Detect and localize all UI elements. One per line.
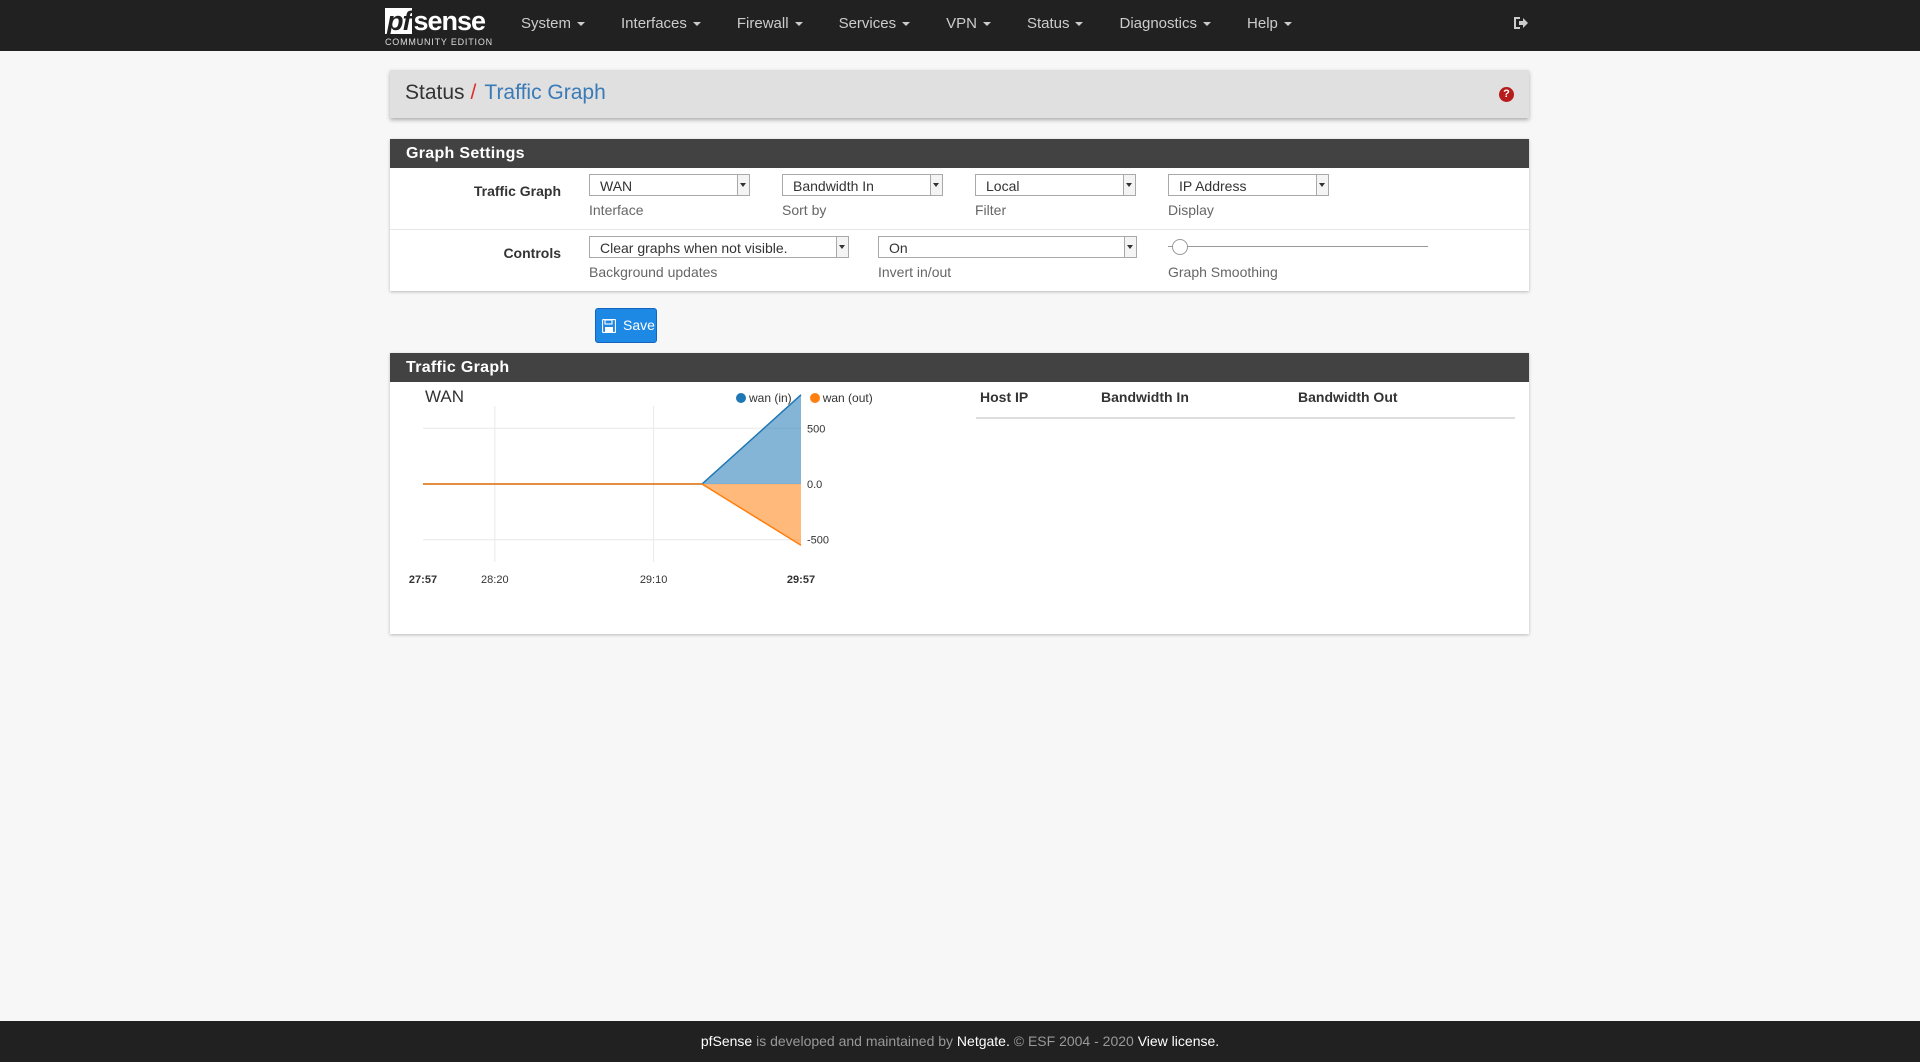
series-area-wan-in [423,394,801,484]
panel-title: Graph Settings [390,139,1529,168]
select-arrow-icon [737,175,749,195]
slider-handle[interactable] [1172,239,1188,255]
column-header-bandwidth-out: Bandwidth Out [1298,389,1398,405]
x-tick-label: 28:20 [481,574,509,586]
legend-dot-icon [736,393,746,403]
menu-system[interactable]: System [503,0,603,51]
y-tick-label: 500 [807,423,825,435]
legend-item-wan-out[interactable]: wan (out) [809,391,873,405]
netgate-link[interactable]: Netgate. [957,1033,1010,1049]
invert-select[interactable]: On [878,236,1137,258]
filter-field: Local Filter [975,174,1136,218]
caret-down-icon [982,22,991,27]
hosts-table: Host IP Bandwidth In Bandwidth Out [976,382,1515,419]
graph-smoothing-slider[interactable] [1168,236,1428,258]
select-arrow-icon [1124,237,1136,257]
menu-status[interactable]: Status [1009,0,1102,51]
traffic-chart: 500 0.0 -500 27:57 28:20 29:10 29:57 WAN wan (… [390,382,950,634]
caret-down-icon [902,22,911,27]
legend-dot-icon [809,393,820,403]
help-text: Background updates [589,264,718,280]
menu-help[interactable]: Help [1229,0,1310,51]
caret-down-icon [1075,22,1084,27]
menu-vpn[interactable]: VPN [928,0,1009,51]
menu-firewall[interactable]: Firewall [719,0,821,51]
sign-out-icon[interactable] [1512,14,1530,32]
save-button[interactable]: Save [595,308,657,343]
display-select[interactable]: IP Address [1168,174,1329,196]
panel-title: Traffic Graph [390,353,1529,382]
breadcrumb-section: Status [405,81,465,104]
caret-down-icon [1203,22,1212,27]
footer-brand: pfSense [700,1033,753,1049]
breadcrumb-page-link[interactable]: Traffic Graph [484,81,605,104]
background-updates-select[interactable]: Clear graphs when not visible. [589,236,849,258]
main-menu: System Interfaces Firewall Services VPN … [503,0,1310,51]
help-text: Graph Smoothing [1168,264,1278,280]
caret-down-icon [1283,22,1292,27]
row-label: Controls [503,245,561,261]
row-label: Traffic Graph [473,183,561,199]
slider-track [1168,246,1428,247]
filter-select[interactable]: Local [975,174,1136,196]
logo-text: pf sense [385,6,486,36]
pfsense-logo[interactable]: pf sense COMMUNITY EDITION [385,4,495,48]
interface-select[interactable]: WAN [589,174,750,196]
x-tick-label: 27:57 [409,574,437,586]
x-tick-label: 29:10 [640,574,668,586]
chart-canvas: 500 0.0 -500 27:57 28:20 29:10 29:57 [409,394,829,586]
settings-row-traffic-graph: Traffic Graph WAN Interface Bandwidth In… [390,168,1529,230]
select-arrow-icon [1123,175,1135,195]
menu-services[interactable]: Services [821,0,929,51]
graph-smoothing-field: Graph Smoothing [1168,236,1428,280]
help-text: Filter [975,202,1007,218]
breadcrumb: Status / Traffic Graph ? [390,70,1529,118]
help-text: Sort by [782,202,827,218]
breadcrumb-separator: / [470,81,477,104]
sort-by-select[interactable]: Bandwidth In [782,174,943,196]
table-header: Host IP Bandwidth In Bandwidth Out [976,382,1515,419]
y-tick-label: -500 [807,535,829,547]
view-license-link[interactable]: View license. [1138,1033,1219,1049]
caret-down-icon [692,22,701,27]
traffic-graph-panel: Traffic Graph 500 0.0 -500 27:57 28:20 29:10 2… [390,353,1529,634]
chart-title: WAN [425,387,465,406]
help-text: Invert in/out [878,264,952,280]
floppy-disk-icon [602,319,616,333]
question-circle-icon[interactable]: ? [1499,87,1514,102]
logo-edition: COMMUNITY EDITION [385,37,493,47]
select-arrow-icon [1316,175,1328,195]
display-field: IP Address Display [1168,174,1329,218]
help-text: Interface [589,202,644,218]
settings-row-controls: Controls Clear graphs when not visible. … [390,230,1529,291]
menu-diagnostics[interactable]: Diagnostics [1101,0,1229,51]
caret-down-icon [794,22,803,27]
column-header-host-ip: Host IP [980,389,1029,405]
select-arrow-icon [836,237,848,257]
column-header-bandwidth-in: Bandwidth In [1101,389,1189,405]
x-tick-label: 29:57 [787,574,815,586]
graph-settings-panel: Graph Settings Traffic Graph WAN Interfa… [390,139,1529,291]
legend-item-wan-in[interactable]: wan (in) [736,391,792,405]
sort-by-field: Bandwidth In Sort by [782,174,943,218]
menu-interfaces[interactable]: Interfaces [603,0,719,51]
background-updates-field: Clear graphs when not visible. Backgroun… [589,236,849,280]
top-navbar: pf sense COMMUNITY EDITION System Interfa… [0,0,1920,51]
chart-legend: wan (in) wan (out) [736,391,873,405]
invert-field: On Invert in/out [878,236,1137,280]
help-text: Display [1168,202,1214,218]
caret-down-icon [577,22,586,27]
footer-copyright: © ESF 2004 - 2020 [1009,1033,1138,1049]
y-tick-label: 0.0 [807,479,822,491]
page-title: Status / Traffic Graph [405,81,606,105]
interface-field: WAN Interface [589,174,750,218]
footer-text: is developed and maintained by [752,1033,957,1049]
save-label: Save [623,317,655,333]
select-arrow-icon [930,175,942,195]
series-area-wan-out [423,484,801,546]
footer: pfSense is developed and maintained by N… [0,1021,1920,1062]
